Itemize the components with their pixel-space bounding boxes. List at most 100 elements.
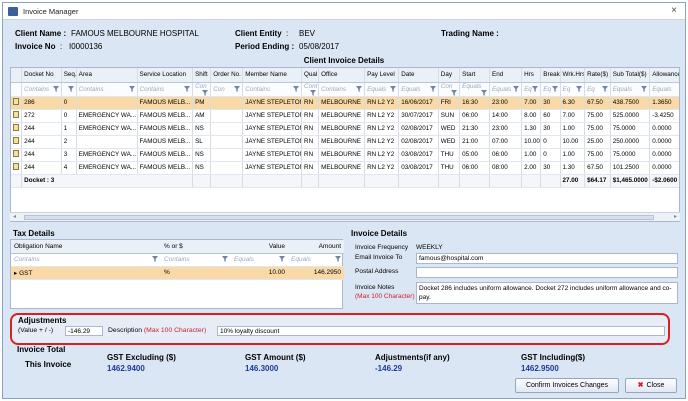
- table-row[interactable]: 272 0 EMERGENCY WA... FAMOUS MELB... AM JAYNE…: [11, 109, 679, 123]
- grid-column-header[interactable]: Day: [438, 68, 461, 83]
- grid-filter-cell[interactable]: Contains: [318, 82, 366, 97]
- grid-column-header[interactable]: Office: [318, 68, 366, 83]
- grid-filter-cell[interactable]: Equals: [489, 82, 523, 97]
- filter-funnel-icon[interactable]: [551, 85, 558, 92]
- grid-column-header[interactable]: Rate($): [584, 68, 611, 83]
- grid-filter-cell[interactable]: Contains: [137, 82, 194, 97]
- grid-column-header[interactable]: [11, 68, 23, 83]
- filter-funnel-icon[interactable]: [52, 85, 59, 92]
- grid-filter-cell[interactable]: Equals: [459, 82, 491, 97]
- grid-column-header[interactable]: Wrk.Hrs: [560, 68, 586, 83]
- filter-funnel-icon[interactable]: [279, 256, 285, 262]
- grid-filter-cell[interactable]: Contains: [76, 82, 138, 97]
- grid-filter-cell[interactable]: Equals: [364, 82, 400, 97]
- grid-column-header[interactable]: Allowances ($): [649, 68, 679, 83]
- grid-cell: 525.0000: [610, 109, 651, 123]
- scroll-right-arrow-icon[interactable]: ▸: [674, 213, 677, 220]
- grid-filter-cell[interactable]: Contains: [21, 82, 62, 97]
- grid-column-header[interactable]: Service Location: [137, 68, 194, 83]
- filter-funnel-icon[interactable]: [356, 85, 363, 92]
- grid-column-header[interactable]: Sub Total($): [610, 68, 651, 83]
- filter-funnel-icon[interactable]: [451, 89, 458, 96]
- table-row[interactable]: 286 0 FAMOUS MELB... PM JAYNE STEPLETON RN MEL…: [11, 96, 679, 110]
- tax-filter-cell[interactable]: Equals: [231, 253, 288, 267]
- grid-column-header[interactable]: Pay Level: [364, 68, 400, 83]
- grid-cell: 0: [540, 148, 561, 162]
- grid-column-header[interactable]: End: [489, 68, 523, 83]
- grid-column-header[interactable]: Hrs: [521, 68, 542, 83]
- adjustments-title: Adjustments: [18, 316, 67, 325]
- filter-funnel-icon[interactable]: [513, 85, 520, 92]
- table-row[interactable]: 244 3 EMERGENCY WA... FAMOUS MELB... NS JAYNE…: [11, 148, 679, 162]
- grid-filter-cell[interactable]: Contains: [242, 82, 303, 97]
- tax-col-value[interactable]: Value: [231, 240, 288, 254]
- grid-cell: 3: [61, 148, 77, 162]
- title-bar: Invoice Manager ×: [3, 3, 685, 20]
- filter-funnel-icon[interactable]: [576, 85, 583, 92]
- filter-funnel-icon[interactable]: [601, 85, 608, 92]
- grid-column-header[interactable]: Qual: [301, 68, 320, 83]
- grid-filter-cell[interactable]: Con: [192, 82, 212, 97]
- grid-column-header[interactable]: Order No.: [210, 68, 244, 83]
- grid-filter-cell[interactable]: Eq: [560, 82, 586, 97]
- filter-funnel-icon[interactable]: [234, 85, 241, 92]
- filter-funnel-icon[interactable]: [202, 89, 209, 96]
- grid-filter-cell[interactable]: Eq: [584, 82, 611, 97]
- filter-funnel-icon[interactable]: [184, 85, 191, 92]
- scroll-left-arrow-icon[interactable]: ◂: [13, 213, 16, 220]
- confirm-invoices-changes-button[interactable]: Confirm Invoices Changes: [515, 378, 619, 393]
- grid-column-header[interactable]: Break: [540, 68, 561, 83]
- grid-filter-cell[interactable]: Eq: [521, 82, 542, 97]
- filter-funnel-icon[interactable]: [335, 256, 341, 262]
- filter-funnel-icon[interactable]: [128, 85, 135, 92]
- tax-filter-cell[interactable]: Contains: [161, 253, 231, 267]
- grid-filter-cell[interactable]: [61, 82, 77, 97]
- adjustment-description-field[interactable]: 10% loyalty discount: [217, 326, 665, 336]
- filter-funnel-icon[interactable]: [293, 85, 300, 92]
- email-invoice-to-field[interactable]: famous@hospital.com: [416, 253, 678, 264]
- filter-funnel-icon[interactable]: [429, 85, 436, 92]
- tax-filter-cell[interactable]: Equals: [288, 253, 344, 267]
- grid-filter-cell[interactable]: Con: [438, 82, 461, 97]
- grid-column-header[interactable]: Shift: [192, 68, 212, 83]
- tax-col-type[interactable]: % or $: [161, 240, 231, 254]
- grid-cell: 1.30: [560, 161, 586, 175]
- filter-funnel-icon[interactable]: [532, 85, 539, 92]
- scrollbar-thumb[interactable]: [24, 215, 654, 220]
- invoice-notes-field[interactable]: Docket 286 includes uniform allowance. D…: [416, 282, 678, 304]
- grid-filter-cell[interactable]: Equals: [610, 82, 651, 97]
- filter-funnel-icon[interactable]: [390, 85, 397, 92]
- grid-horizontal-scrollbar[interactable]: ◂ ▸: [10, 212, 680, 221]
- grid-filter-cell[interactable]: [11, 82, 23, 97]
- grid-filter-cell[interactable]: Con: [210, 82, 244, 97]
- grid-filter-cell[interactable]: Eq: [540, 82, 561, 97]
- window-close-icon[interactable]: ×: [671, 5, 677, 16]
- invoice-app-icon: [8, 7, 18, 16]
- filter-funnel-icon[interactable]: [481, 89, 488, 96]
- filter-funnel-icon[interactable]: [641, 85, 648, 92]
- grid-cell: 0.0000: [649, 161, 679, 175]
- grid-column-header[interactable]: Member Name: [242, 68, 303, 83]
- grid-column-header[interactable]: Docket No: [21, 68, 62, 83]
- tax-col-amount[interactable]: Amount: [288, 240, 344, 254]
- tax-filter-cell[interactable]: Contains: [11, 253, 161, 267]
- grid-filter-cell[interactable]: Cont: [301, 82, 320, 97]
- grid-column-header[interactable]: Date: [398, 68, 439, 83]
- filter-funnel-icon[interactable]: [310, 89, 317, 96]
- filter-funnel-icon[interactable]: [222, 256, 228, 262]
- tax-col-obligation[interactable]: Obligation Name: [11, 240, 161, 254]
- grid-column-header[interactable]: Area: [76, 68, 138, 83]
- tax-row[interactable]: ▸ GST % 10.00 146.2950: [11, 266, 344, 280]
- table-row[interactable]: 244 1 EMERGENCY WA... FAMOUS MELB... NS JAYNE…: [11, 122, 679, 136]
- grid-filter-cell[interactable]: Equals: [398, 82, 439, 97]
- table-row[interactable]: 244 2 FAMOUS MELB... SL JAYNE STEPLETON RN MEL…: [11, 135, 679, 149]
- filter-funnel-icon[interactable]: [67, 86, 74, 92]
- filter-funnel-icon[interactable]: [152, 256, 158, 262]
- table-row[interactable]: 244 4 EMERGENCY WA... FAMOUS MELB... NS JAYNE…: [11, 161, 679, 175]
- adjustment-value-field[interactable]: -146.29: [65, 326, 103, 336]
- postal-address-field[interactable]: [416, 267, 678, 278]
- grid-column-header[interactable]: Start: [459, 68, 491, 83]
- close-button[interactable]: ✖ Close: [625, 378, 677, 393]
- grid-column-header[interactable]: Seq.: [61, 68, 77, 83]
- grid-filter-cell[interactable]: Equals: [649, 82, 679, 97]
